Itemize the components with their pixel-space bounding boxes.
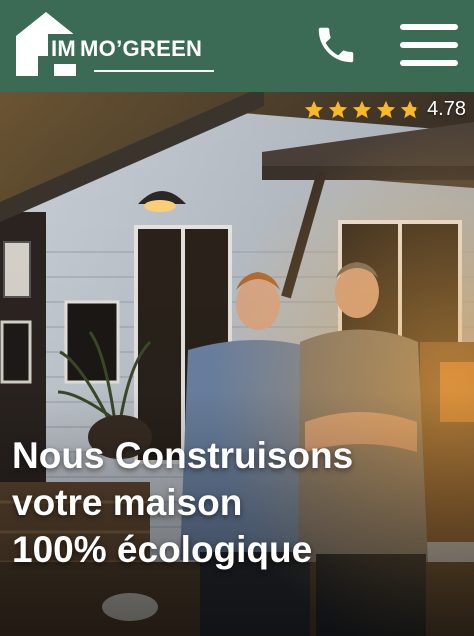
star-partial-icon [400,100,420,118]
headline-line: 100% écologique [12,529,313,570]
star-rating [303,99,421,121]
rating-value: 4.78 [427,98,466,120]
logo-name: MO’GREEN [80,36,203,61]
logo-prefix: IM [48,34,80,64]
headline-line: votre maison [12,482,243,523]
star-full-icon [352,100,372,118]
rating-widget[interactable]: 4.78 [303,98,466,121]
site-header: IM MO’GREEN [0,0,474,92]
star-full-icon [304,100,324,118]
menu-bar [400,60,458,66]
phone-call-button[interactable] [306,14,366,76]
phone-icon [318,27,354,63]
star-full-icon [376,100,396,118]
logo-underline [94,70,214,72]
headline-line: Nous Construisons [12,435,354,476]
star-full-icon [328,100,348,118]
hamburger-menu-button[interactable] [396,20,462,70]
logo-wordmark: IM MO’GREEN [48,32,202,66]
menu-bar [400,24,458,30]
brand-logo[interactable]: IM MO’GREEN [14,10,214,78]
hero-banner: 4.78 Nous Construisons votre maison 100%… [0,92,474,636]
menu-bar [400,42,458,48]
hero-headline: Nous Construisons votre maison 100% écol… [12,432,452,573]
